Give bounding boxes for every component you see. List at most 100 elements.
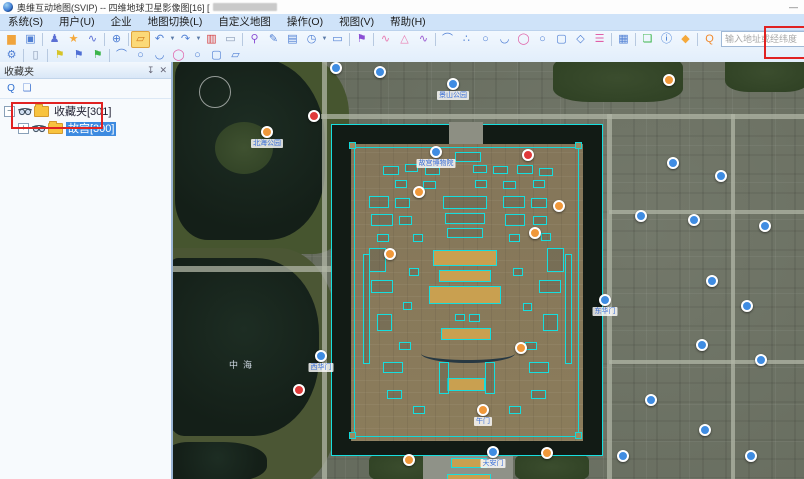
- menu-item-4[interactable]: 自定义地图: [210, 14, 279, 30]
- menu-item-3[interactable]: 地图切换(L): [140, 14, 211, 30]
- poi-marker-orange[interactable]: [261, 126, 273, 138]
- area-select-icon[interactable]: ▱: [131, 31, 150, 48]
- poi-marker-blue[interactable]: [599, 294, 611, 306]
- menu-item-7[interactable]: 帮助(H): [382, 14, 434, 30]
- arc-tool-icon[interactable]: ◡: [150, 47, 169, 64]
- poi-marker-blue[interactable]: [699, 424, 711, 436]
- poi-marker-blue[interactable]: [759, 220, 771, 232]
- ellipse-icon[interactable]: ◯: [514, 31, 533, 48]
- dropdown-caret-icon[interactable]: ▼: [195, 36, 202, 42]
- circle-tool-icon[interactable]: ○: [131, 47, 150, 64]
- poi-marker-orange[interactable]: [529, 227, 541, 239]
- panel-pin-icon[interactable]: ↧: [147, 65, 155, 76]
- rounded-rect-tool-icon[interactable]: ▢: [207, 47, 226, 64]
- poi-marker-red[interactable]: [293, 384, 305, 396]
- poi-marker-orange[interactable]: [384, 248, 396, 260]
- panel-close-icon[interactable]: ✕: [159, 65, 167, 76]
- info-icon[interactable]: ⓘ: [657, 31, 676, 48]
- search-icon[interactable]: Q: [700, 31, 719, 48]
- dropdown-caret-icon[interactable]: ▼: [169, 36, 176, 42]
- poi-marker-blue[interactable]: [688, 214, 700, 226]
- poi-marker-blue[interactable]: [374, 66, 386, 78]
- curve-tool-icon[interactable]: ⌒: [112, 47, 131, 64]
- arc-icon[interactable]: ⌒: [438, 31, 457, 48]
- poi-marker-blue[interactable]: [645, 394, 657, 406]
- dropdown-caret-icon[interactable]: ▼: [321, 36, 328, 42]
- poi-marker-orange[interactable]: [541, 447, 553, 459]
- menu-item-0[interactable]: 系统(S): [0, 14, 51, 30]
- poi-marker-blue[interactable]: [667, 157, 679, 169]
- pencil-icon[interactable]: ✎: [264, 31, 283, 48]
- delete-icon[interactable]: ▥: [202, 31, 221, 48]
- zhonghai-lake: [173, 258, 319, 436]
- history-clock-icon[interactable]: ◷: [302, 31, 321, 48]
- settings-gear-icon[interactable]: ⚙: [2, 47, 21, 64]
- poi-marker-orange[interactable]: [553, 200, 565, 212]
- arc2-icon[interactable]: ◡: [495, 31, 514, 48]
- poi-marker-blue[interactable]: [447, 78, 459, 90]
- pin-yellow-icon[interactable]: ⚑: [50, 47, 69, 64]
- menu-item-2[interactable]: 企业: [103, 14, 140, 30]
- chat-icon[interactable]: ❏: [638, 31, 657, 48]
- rounded-rect-icon[interactable]: ▢: [552, 31, 571, 48]
- polyline-pink-icon[interactable]: ∿: [376, 31, 395, 48]
- poi-marker-blue[interactable]: [635, 210, 647, 222]
- poi-marker-blue[interactable]: [487, 446, 499, 458]
- card-icon[interactable]: ▭: [328, 31, 347, 48]
- poi-marker-blue[interactable]: [330, 62, 342, 74]
- quad-tool-icon[interactable]: ▱: [226, 47, 245, 64]
- grid-table-icon[interactable]: ▦: [614, 31, 633, 48]
- circle2-tool-icon[interactable]: ○: [188, 47, 207, 64]
- menu-item-5[interactable]: 操作(O): [279, 14, 331, 30]
- poi-marker-blue[interactable]: [315, 350, 327, 362]
- redo-icon[interactable]: ↷: [176, 31, 195, 48]
- pin-green-icon[interactable]: ⚑: [88, 47, 107, 64]
- poi-marker-orange[interactable]: [663, 74, 675, 86]
- polygon-icon[interactable]: ◇: [571, 31, 590, 48]
- save-icon[interactable]: ▣: [21, 31, 40, 48]
- poi-marker-blue[interactable]: [706, 275, 718, 287]
- ellipse-tool-icon[interactable]: ◯: [169, 47, 188, 64]
- placemark-person-icon[interactable]: ⚲: [245, 31, 264, 48]
- circle2-icon[interactable]: ○: [533, 31, 552, 48]
- scatter-icon[interactable]: ∴: [457, 31, 476, 48]
- poi-marker-blue[interactable]: [755, 354, 767, 366]
- open-folder-icon[interactable]: ▆: [2, 31, 21, 48]
- favorites-star-icon[interactable]: ★: [64, 31, 83, 48]
- vip-gem-icon[interactable]: ◆: [676, 31, 695, 48]
- track-icon[interactable]: ∿: [83, 31, 102, 48]
- menu-item-6[interactable]: 视图(V): [331, 14, 382, 30]
- poi-marker-orange[interactable]: [515, 342, 527, 354]
- poi-marker-blue[interactable]: [741, 300, 753, 312]
- minimize-button[interactable]: —: [789, 2, 798, 12]
- clipboard-icon[interactable]: ▭: [221, 31, 240, 48]
- poi-marker-red[interactable]: [308, 110, 320, 122]
- pushpin-icon[interactable]: ⚑: [352, 31, 371, 48]
- page-icon[interactable]: ▯: [26, 47, 45, 64]
- map-canvas[interactable]: 中海 故宫博物院景山公园北海公园午门西华门东华门天安门: [173, 62, 804, 479]
- user-icon[interactable]: ♟: [45, 31, 64, 48]
- poi-marker-orange[interactable]: [403, 454, 415, 466]
- panel-search-icon[interactable]: Q: [3, 81, 19, 96]
- bars-icon[interactable]: ☰: [590, 31, 609, 48]
- poi-marker-orange[interactable]: [413, 186, 425, 198]
- printer-icon[interactable]: ▤: [283, 31, 302, 48]
- panel-layers-icon[interactable]: ❏: [19, 81, 35, 96]
- triangle-icon[interactable]: △: [395, 31, 414, 48]
- undo-icon[interactable]: ↶: [150, 31, 169, 48]
- pin-blue-icon[interactable]: ⚑: [69, 47, 88, 64]
- globe-icon[interactable]: ⊕: [107, 31, 126, 48]
- poi-marker-blue[interactable]: [430, 146, 442, 158]
- curve-purple-icon[interactable]: ∿: [414, 31, 433, 48]
- poi-marker-orange[interactable]: [477, 404, 489, 416]
- poi-marker-red[interactable]: [522, 149, 534, 161]
- poi-marker-blue[interactable]: [617, 450, 629, 462]
- menu-item-1[interactable]: 用户(U): [51, 14, 103, 30]
- circle-icon[interactable]: ○: [476, 31, 495, 48]
- poi-marker-blue[interactable]: [696, 339, 708, 351]
- palace-building-outline: [371, 280, 393, 293]
- palace-building-outline: [517, 165, 533, 174]
- poi-marker-blue[interactable]: [715, 170, 727, 182]
- poi-marker-blue[interactable]: [745, 450, 757, 462]
- ovital-map-window: 奥维互动地图(SVIP) -- 四维地球卫星影像图[16] [ — 系统(S)用…: [0, 0, 804, 479]
